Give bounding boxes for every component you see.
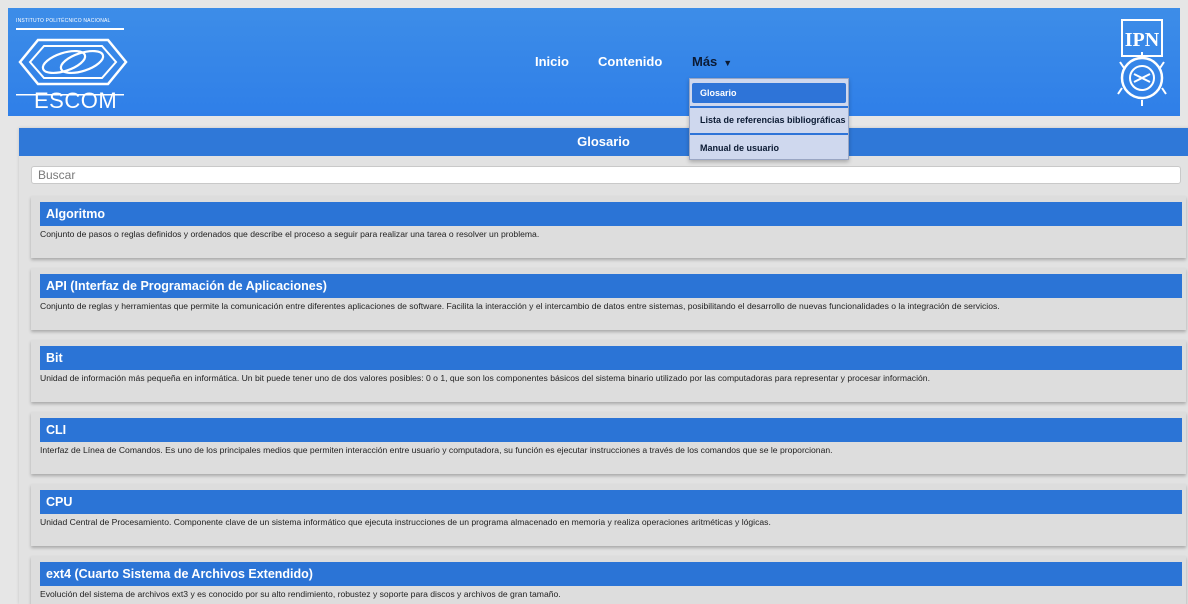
term-title: ext4 (Cuarto Sistema de Archivos Extendi… (40, 562, 1182, 586)
mas-dropdown-menu: Glosario Lista de referencias bibliográf… (689, 78, 849, 160)
ipn-logo[interactable]: IPN (1116, 16, 1168, 108)
search-input[interactable] (31, 166, 1181, 184)
term-title: API (Interfaz de Programación de Aplicac… (40, 274, 1182, 298)
term-title: Algoritmo (40, 202, 1182, 226)
glossary-panel: Glosario Algoritmo Conjunto de pasos o r… (19, 128, 1188, 604)
escom-logo-text: ESCOM (34, 88, 118, 113)
institution-name: INSTITUTO POLITÉCNICO NACIONAL (16, 18, 111, 24)
glossary-entry: CPU Unidad Central de Procesamiento. Com… (31, 484, 1186, 546)
caret-down-icon: ▼ (723, 57, 733, 68)
site-header: INSTITUTO POLITÉCNICO NACIONAL ESCOM Ini… (8, 8, 1180, 116)
term-title: CLI (40, 418, 1182, 442)
term-description: Conjunto de pasos o reglas definidos y o… (40, 229, 540, 239)
term-description: Unidad de información más pequeña en inf… (40, 373, 930, 383)
dropdown-divider (690, 133, 848, 135)
dropdown-item-glosario[interactable]: Glosario (692, 83, 846, 103)
page-title: Glosario (19, 128, 1188, 156)
dropdown-item-referencias[interactable]: Lista de referencias bibliográficas (692, 110, 846, 130)
glossary-entry: API (Interfaz de Programación de Aplicac… (31, 268, 1186, 330)
glossary-entry: CLI Interfaz de Línea de Comandos. Es un… (31, 412, 1186, 474)
nav-mas[interactable]: Más ▼ (692, 54, 732, 69)
dropdown-item-manual[interactable]: Manual de usuario (692, 138, 846, 158)
term-title: Bit (40, 346, 1182, 370)
term-description: Interfaz de Línea de Comandos. Es uno de… (40, 445, 833, 455)
main-nav: Inicio Contenido Más ▼ (8, 52, 1180, 76)
term-description: Conjunto de reglas y herramientas que pe… (40, 301, 1000, 311)
nav-mas-label: Más (692, 54, 718, 69)
term-description: Unidad Central de Procesamiento. Compone… (40, 517, 771, 527)
nav-contenido[interactable]: Contenido (598, 54, 662, 69)
ipn-emblem-icon: IPN (1117, 19, 1167, 106)
glossary-entry: ext4 (Cuarto Sistema de Archivos Extendi… (31, 556, 1186, 604)
term-description: Evolución del sistema de archivos ext3 y… (40, 589, 561, 599)
nav-inicio[interactable]: Inicio (535, 54, 569, 69)
glossary-entry: Algoritmo Conjunto de pasos o reglas def… (31, 196, 1186, 258)
term-title: CPU (40, 490, 1182, 514)
ipn-logo-text: IPN (1125, 29, 1160, 51)
glossary-entry: Bit Unidad de información más pequeña en… (31, 340, 1186, 402)
dropdown-divider (690, 106, 848, 108)
